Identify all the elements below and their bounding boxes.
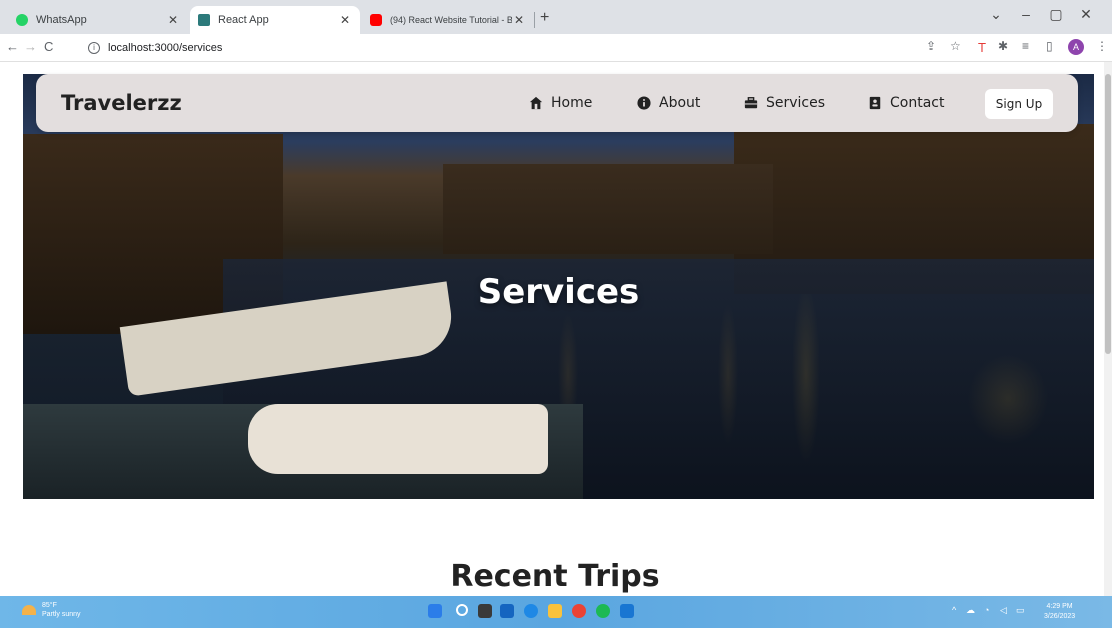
hero-scenery <box>248 404 548 474</box>
extension-icon[interactable]: Ｔ <box>976 39 988 56</box>
page-viewport: Services Travelerzz Home About Services … <box>0 62 1104 596</box>
hero-scenery <box>443 164 773 254</box>
nav-link-services[interactable]: Services <box>744 95 825 111</box>
forward-icon[interactable]: → <box>24 39 37 54</box>
reload-icon[interactable]: C <box>44 39 53 54</box>
close-icon[interactable]: ✕ <box>166 13 180 27</box>
clock-time: 4:29 PM <box>1046 603 1073 610</box>
url-text: localhost:3000/services <box>108 42 223 54</box>
chrome-icon[interactable] <box>572 604 586 618</box>
start-icon[interactable] <box>428 604 442 618</box>
tab-title: WhatsApp <box>36 14 87 26</box>
share-icon[interactable]: ⇪ <box>926 39 936 53</box>
address-book-icon <box>869 96 881 110</box>
page-scrollbar[interactable] <box>1104 62 1112 596</box>
mail-icon[interactable] <box>500 604 514 618</box>
nav-link-label: About <box>659 95 701 111</box>
vscode-icon[interactable] <box>620 604 634 618</box>
close-window-button[interactable]: ✕ <box>1074 6 1098 23</box>
file-explorer-icon[interactable] <box>548 604 562 618</box>
home-icon <box>529 96 543 110</box>
system-clock[interactable]: 4:29 PM 3/26/2023 <box>1044 602 1075 622</box>
side-panel-icon[interactable]: ▯ <box>1046 39 1053 53</box>
tab-separator <box>534 12 535 28</box>
puzzle-extensions-icon[interactable]: ✱ <box>998 39 1008 53</box>
reading-list-icon[interactable]: ≡ <box>1022 39 1029 53</box>
weather-temp: 85°F <box>42 602 57 609</box>
maximize-button[interactable]: ▢ <box>1044 6 1068 23</box>
url-bar[interactable]: i localhost:3000/services <box>88 37 888 59</box>
nav-link-about[interactable]: About <box>637 95 700 111</box>
tray-chevron-icon[interactable]: ^ <box>952 605 956 615</box>
nav-link-label: Contact <box>890 95 945 111</box>
close-icon[interactable]: ✕ <box>512 13 526 27</box>
whatsapp-icon <box>16 14 28 26</box>
new-tab-button[interactable]: + <box>540 9 549 27</box>
react-app-icon <box>198 14 210 26</box>
weather-sun-icon <box>22 605 36 615</box>
sign-up-button[interactable]: Sign Up <box>985 89 1053 119</box>
brand-logo[interactable]: Travelerzz <box>61 91 182 115</box>
onedrive-icon[interactable]: ☁ <box>966 605 975 616</box>
hero-image: Services <box>23 74 1094 499</box>
browser-tab-strip: WhatsApp ✕ React App ✕ (94) React Websit… <box>0 0 1112 34</box>
tab-youtube[interactable]: (94) React Website Tutorial - Beg ✕ <box>362 6 534 34</box>
menu-kebab-icon[interactable]: ⋮ <box>1096 39 1108 53</box>
nav-link-label: Services <box>766 95 826 111</box>
os-taskbar: 85°F Partly sunny ^ ☁ ◔ ◁ ▭ 4:29 PM 3/26… <box>0 596 1112 628</box>
address-toolbar: ← → C i localhost:3000/services ⇪ ☆ Ｔ ✱ … <box>0 34 1112 62</box>
profile-avatar[interactable]: A <box>1068 39 1084 55</box>
back-icon[interactable]: ← <box>6 39 19 54</box>
search-icon[interactable] <box>456 604 468 616</box>
edge-icon[interactable] <box>524 604 538 618</box>
weather-desc: Partly sunny <box>42 611 81 618</box>
tab-react-app[interactable]: React App ✕ <box>190 6 360 34</box>
briefcase-icon <box>744 97 758 109</box>
tab-whatsapp[interactable]: WhatsApp ✕ <box>8 6 188 34</box>
site-navbar: Travelerzz Home About Services Contact S… <box>36 74 1078 132</box>
scrollbar-thumb[interactable] <box>1105 74 1111 354</box>
clock-date: 3/26/2023 <box>1044 613 1076 620</box>
nav-link-contact[interactable]: Contact <box>868 95 944 111</box>
volume-icon[interactable]: ◁ <box>1000 605 1007 616</box>
tab-search-icon[interactable]: ⌄ <box>984 6 1008 23</box>
nav-link-label: Home <box>551 95 593 111</box>
tab-title: (94) React Website Tutorial - Beg <box>390 15 512 25</box>
tab-title: React App <box>218 14 269 26</box>
weather-widget[interactable]: 85°F Partly sunny <box>22 601 81 619</box>
close-icon[interactable]: ✕ <box>338 13 352 27</box>
hero-title: Services <box>477 272 640 312</box>
bookmark-star-icon[interactable]: ☆ <box>950 39 961 53</box>
info-icon <box>637 96 651 110</box>
site-info-icon[interactable]: i <box>88 42 100 54</box>
minimize-button[interactable]: – <box>1014 6 1038 22</box>
spotify-icon[interactable] <box>596 604 610 618</box>
wifi-icon[interactable]: ◔ <box>984 605 989 615</box>
youtube-icon <box>370 14 382 26</box>
section-heading: Recent Trips <box>450 559 660 594</box>
task-view-icon[interactable] <box>478 604 492 618</box>
battery-icon[interactable]: ▭ <box>1016 605 1025 616</box>
nav-link-home[interactable]: Home <box>529 95 592 111</box>
